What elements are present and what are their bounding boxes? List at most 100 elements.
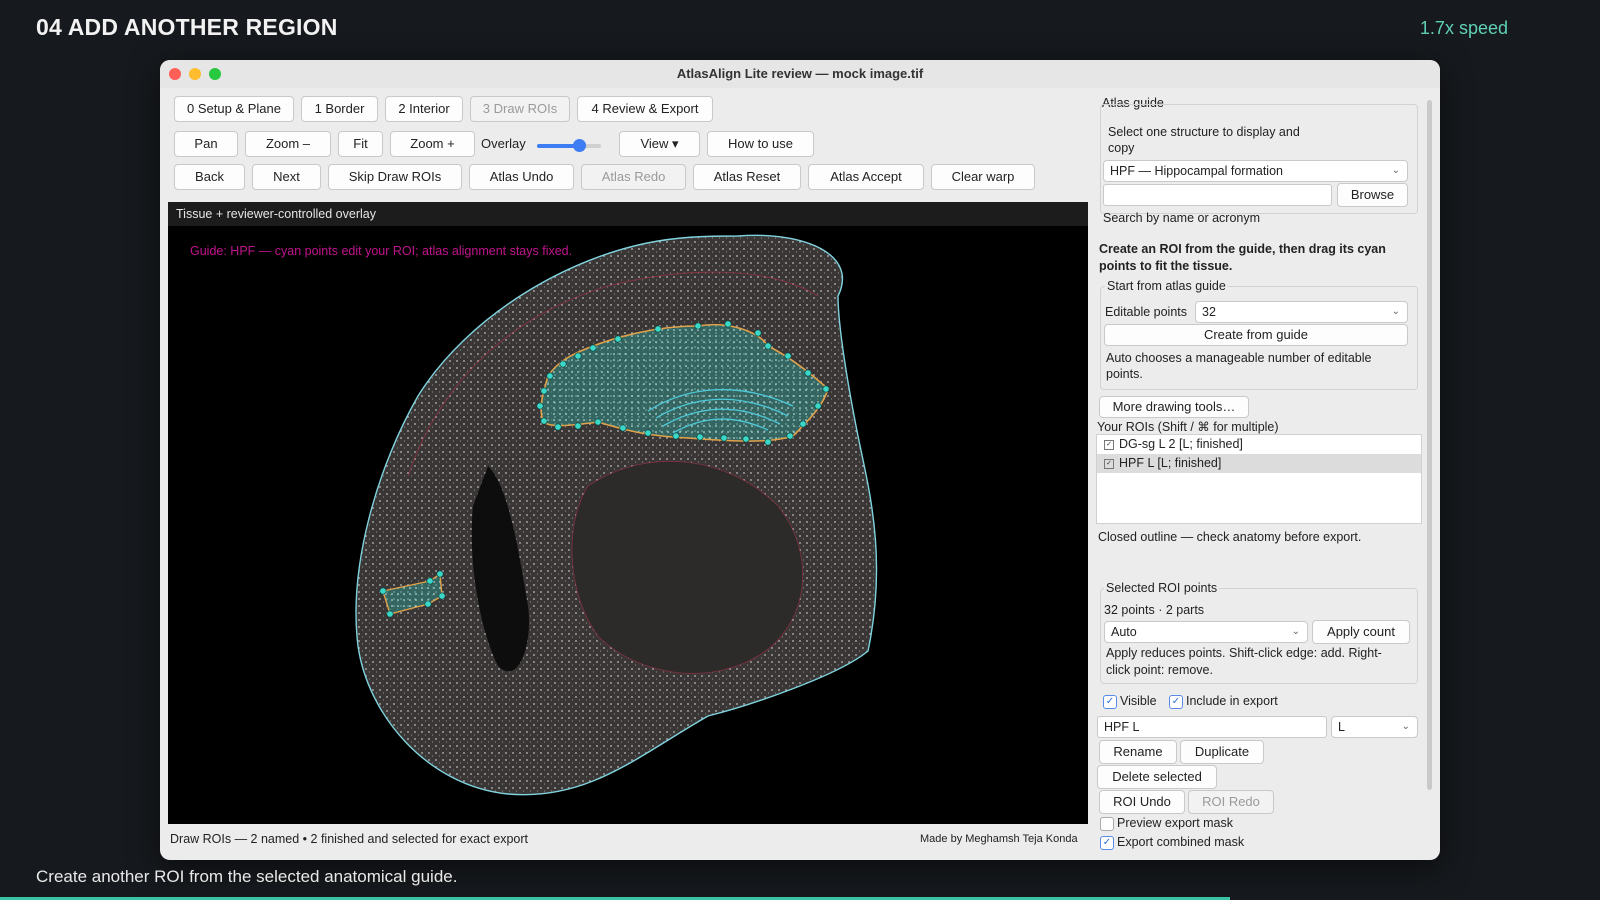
roi-control-point[interactable] (589, 344, 597, 352)
browse-button[interactable]: Browse (1337, 183, 1408, 207)
roi-control-point[interactable] (814, 402, 822, 410)
roi-control-point[interactable] (754, 329, 762, 337)
zoom-in-button[interactable]: Zoom + (390, 131, 475, 157)
roi-control-point[interactable] (574, 422, 582, 430)
roi-control-point[interactable] (554, 423, 562, 431)
roi-undo-button[interactable]: ROI Undo (1099, 790, 1185, 814)
atlas-reset-button[interactable]: Atlas Reset (693, 164, 801, 190)
delete-selected-button[interactable]: Delete selected (1097, 765, 1217, 789)
roi-control-point[interactable] (724, 320, 732, 328)
closed-outline-note: Closed outline — check anatomy before ex… (1098, 530, 1362, 544)
create-roi-instruction: Create an ROI from the guide, then drag … (1099, 242, 1386, 273)
back-button[interactable]: Back (174, 164, 245, 190)
atlas-undo-button[interactable]: Atlas Undo (469, 164, 574, 190)
export-combined-checkbox[interactable]: ✓ (1100, 836, 1114, 850)
roi-control-point[interactable] (614, 335, 622, 343)
overlay-slider[interactable] (537, 139, 601, 152)
roi-control-point[interactable] (644, 429, 652, 437)
roi-list-item[interactable]: ✓ DG-sg L 2 [L; finished] (1097, 435, 1421, 454)
tissue-image[interactable] (168, 226, 1088, 824)
skip-draw-rois-button[interactable]: Skip Draw ROIs (328, 164, 462, 190)
duplicate-button[interactable]: Duplicate (1180, 740, 1264, 764)
overlay-slider-handle[interactable] (572, 139, 586, 152)
count-mode-select[interactable]: Auto ⌄ (1104, 621, 1308, 643)
preview-mask-label: Preview export mask (1117, 816, 1234, 830)
roi-control-point[interactable] (720, 434, 728, 442)
hemisphere-value: L (1338, 720, 1345, 734)
roi-control-point[interactable] (426, 577, 434, 585)
roi-control-point[interactable] (559, 360, 567, 368)
clear-warp-button[interactable]: Clear warp (931, 164, 1035, 190)
roi-control-point[interactable] (654, 325, 662, 333)
start-guide-label: Start from atlas guide (1105, 279, 1228, 293)
roi-control-point[interactable] (540, 417, 548, 425)
roi-name-input[interactable]: HPF L (1097, 716, 1327, 738)
roi-control-point[interactable] (574, 352, 582, 360)
atlas-accept-button[interactable]: Atlas Accept (808, 164, 924, 190)
app-window: AtlasAlign Lite review — mock image.tif … (160, 60, 1440, 860)
auto-points-note: Auto chooses a manageable number of edit… (1106, 351, 1372, 381)
rename-button[interactable]: Rename (1099, 740, 1177, 764)
how-to-use-button[interactable]: How to use (707, 131, 814, 157)
roi-list[interactable]: ✓ DG-sg L 2 [L; finished] ✓ HPF L [L; fi… (1096, 434, 1422, 524)
more-drawing-tools-button[interactable]: More drawing tools… (1099, 396, 1249, 418)
next-button[interactable]: Next (252, 164, 321, 190)
editable-points-select[interactable]: 32 ⌄ (1195, 301, 1408, 323)
right-panel: Atlas guide Select one structure to disp… (1096, 96, 1430, 856)
roi-control-point[interactable] (436, 570, 444, 578)
visible-checkbox[interactable]: ✓ (1103, 695, 1117, 709)
roi-control-point[interactable] (784, 352, 792, 360)
roi-control-point[interactable] (786, 432, 794, 440)
step-setup-plane[interactable]: 0 Setup & Plane (174, 96, 294, 122)
roi-control-point[interactable] (764, 342, 772, 350)
roi-control-point[interactable] (764, 438, 772, 446)
step-draw-rois[interactable]: 3 Draw ROIs (470, 96, 570, 122)
pan-button[interactable]: Pan (174, 131, 238, 157)
include-export-label: Include in export (1186, 694, 1278, 708)
fit-button[interactable]: Fit (338, 131, 383, 157)
create-from-guide-button[interactable]: Create from guide (1104, 324, 1408, 346)
roi-control-point[interactable] (696, 433, 704, 441)
roi-control-point[interactable] (672, 432, 680, 440)
roi-checked-icon[interactable]: ✓ (1104, 459, 1114, 469)
structure-select[interactable]: HPF — Hippocampal formation ⌄ (1103, 160, 1408, 182)
include-export-checkbox[interactable]: ✓ (1169, 695, 1183, 709)
select-structure-instruction: Select one structure to display and copy (1108, 125, 1300, 155)
credit-text: Made by Meghamsh Teja Konda (920, 833, 1078, 845)
roi-control-point[interactable] (619, 424, 627, 432)
panel-scrollbar[interactable] (1427, 100, 1432, 790)
roi-control-point[interactable] (379, 587, 387, 595)
roi-control-point[interactable] (694, 322, 702, 330)
step-interior[interactable]: 2 Interior (385, 96, 463, 122)
roi-control-point[interactable] (799, 420, 807, 428)
structure-search-input[interactable] (1103, 184, 1332, 206)
viewer-header: Tissue + reviewer-controlled overlay (168, 202, 1088, 226)
hemisphere-select[interactable]: L ⌄ (1331, 716, 1418, 738)
apply-reduces-note: Apply reduces points. Shift-click edge: … (1106, 646, 1382, 677)
view-menu-button[interactable]: View ▾ (619, 131, 700, 157)
status-bar: Draw ROIs — 2 named • 2 finished and sel… (170, 832, 529, 846)
overlay-label: Overlay (481, 136, 526, 151)
roi-control-point[interactable] (438, 592, 446, 600)
apply-count-button[interactable]: Apply count (1312, 620, 1410, 644)
atlas-redo-button[interactable]: Atlas Redo (581, 164, 686, 190)
roi-control-point[interactable] (536, 402, 544, 410)
roi-checked-icon[interactable]: ✓ (1104, 440, 1114, 450)
roi-control-point[interactable] (804, 369, 812, 377)
chevron-down-icon: ⌄ (1401, 721, 1410, 732)
roi-control-point[interactable] (424, 600, 432, 608)
step-border[interactable]: 1 Border (301, 96, 378, 122)
roi-control-point[interactable] (386, 610, 394, 618)
roi-control-point[interactable] (540, 387, 548, 395)
image-viewer[interactable]: Tissue + reviewer-controlled overlay Gui… (168, 202, 1088, 824)
roi-control-point[interactable] (822, 385, 830, 393)
roi-control-point[interactable] (594, 418, 602, 426)
roi-list-item[interactable]: ✓ HPF L [L; finished] (1097, 454, 1421, 473)
slide-title: 04 ADD ANOTHER REGION (36, 14, 338, 40)
roi-redo-button[interactable]: ROI Redo (1188, 790, 1274, 814)
step-review-export[interactable]: 4 Review & Export (577, 96, 713, 122)
preview-mask-checkbox[interactable]: ✓ (1100, 817, 1114, 831)
roi-control-point[interactable] (742, 435, 750, 443)
roi-control-point[interactable] (546, 372, 554, 380)
zoom-out-button[interactable]: Zoom – (245, 131, 331, 157)
